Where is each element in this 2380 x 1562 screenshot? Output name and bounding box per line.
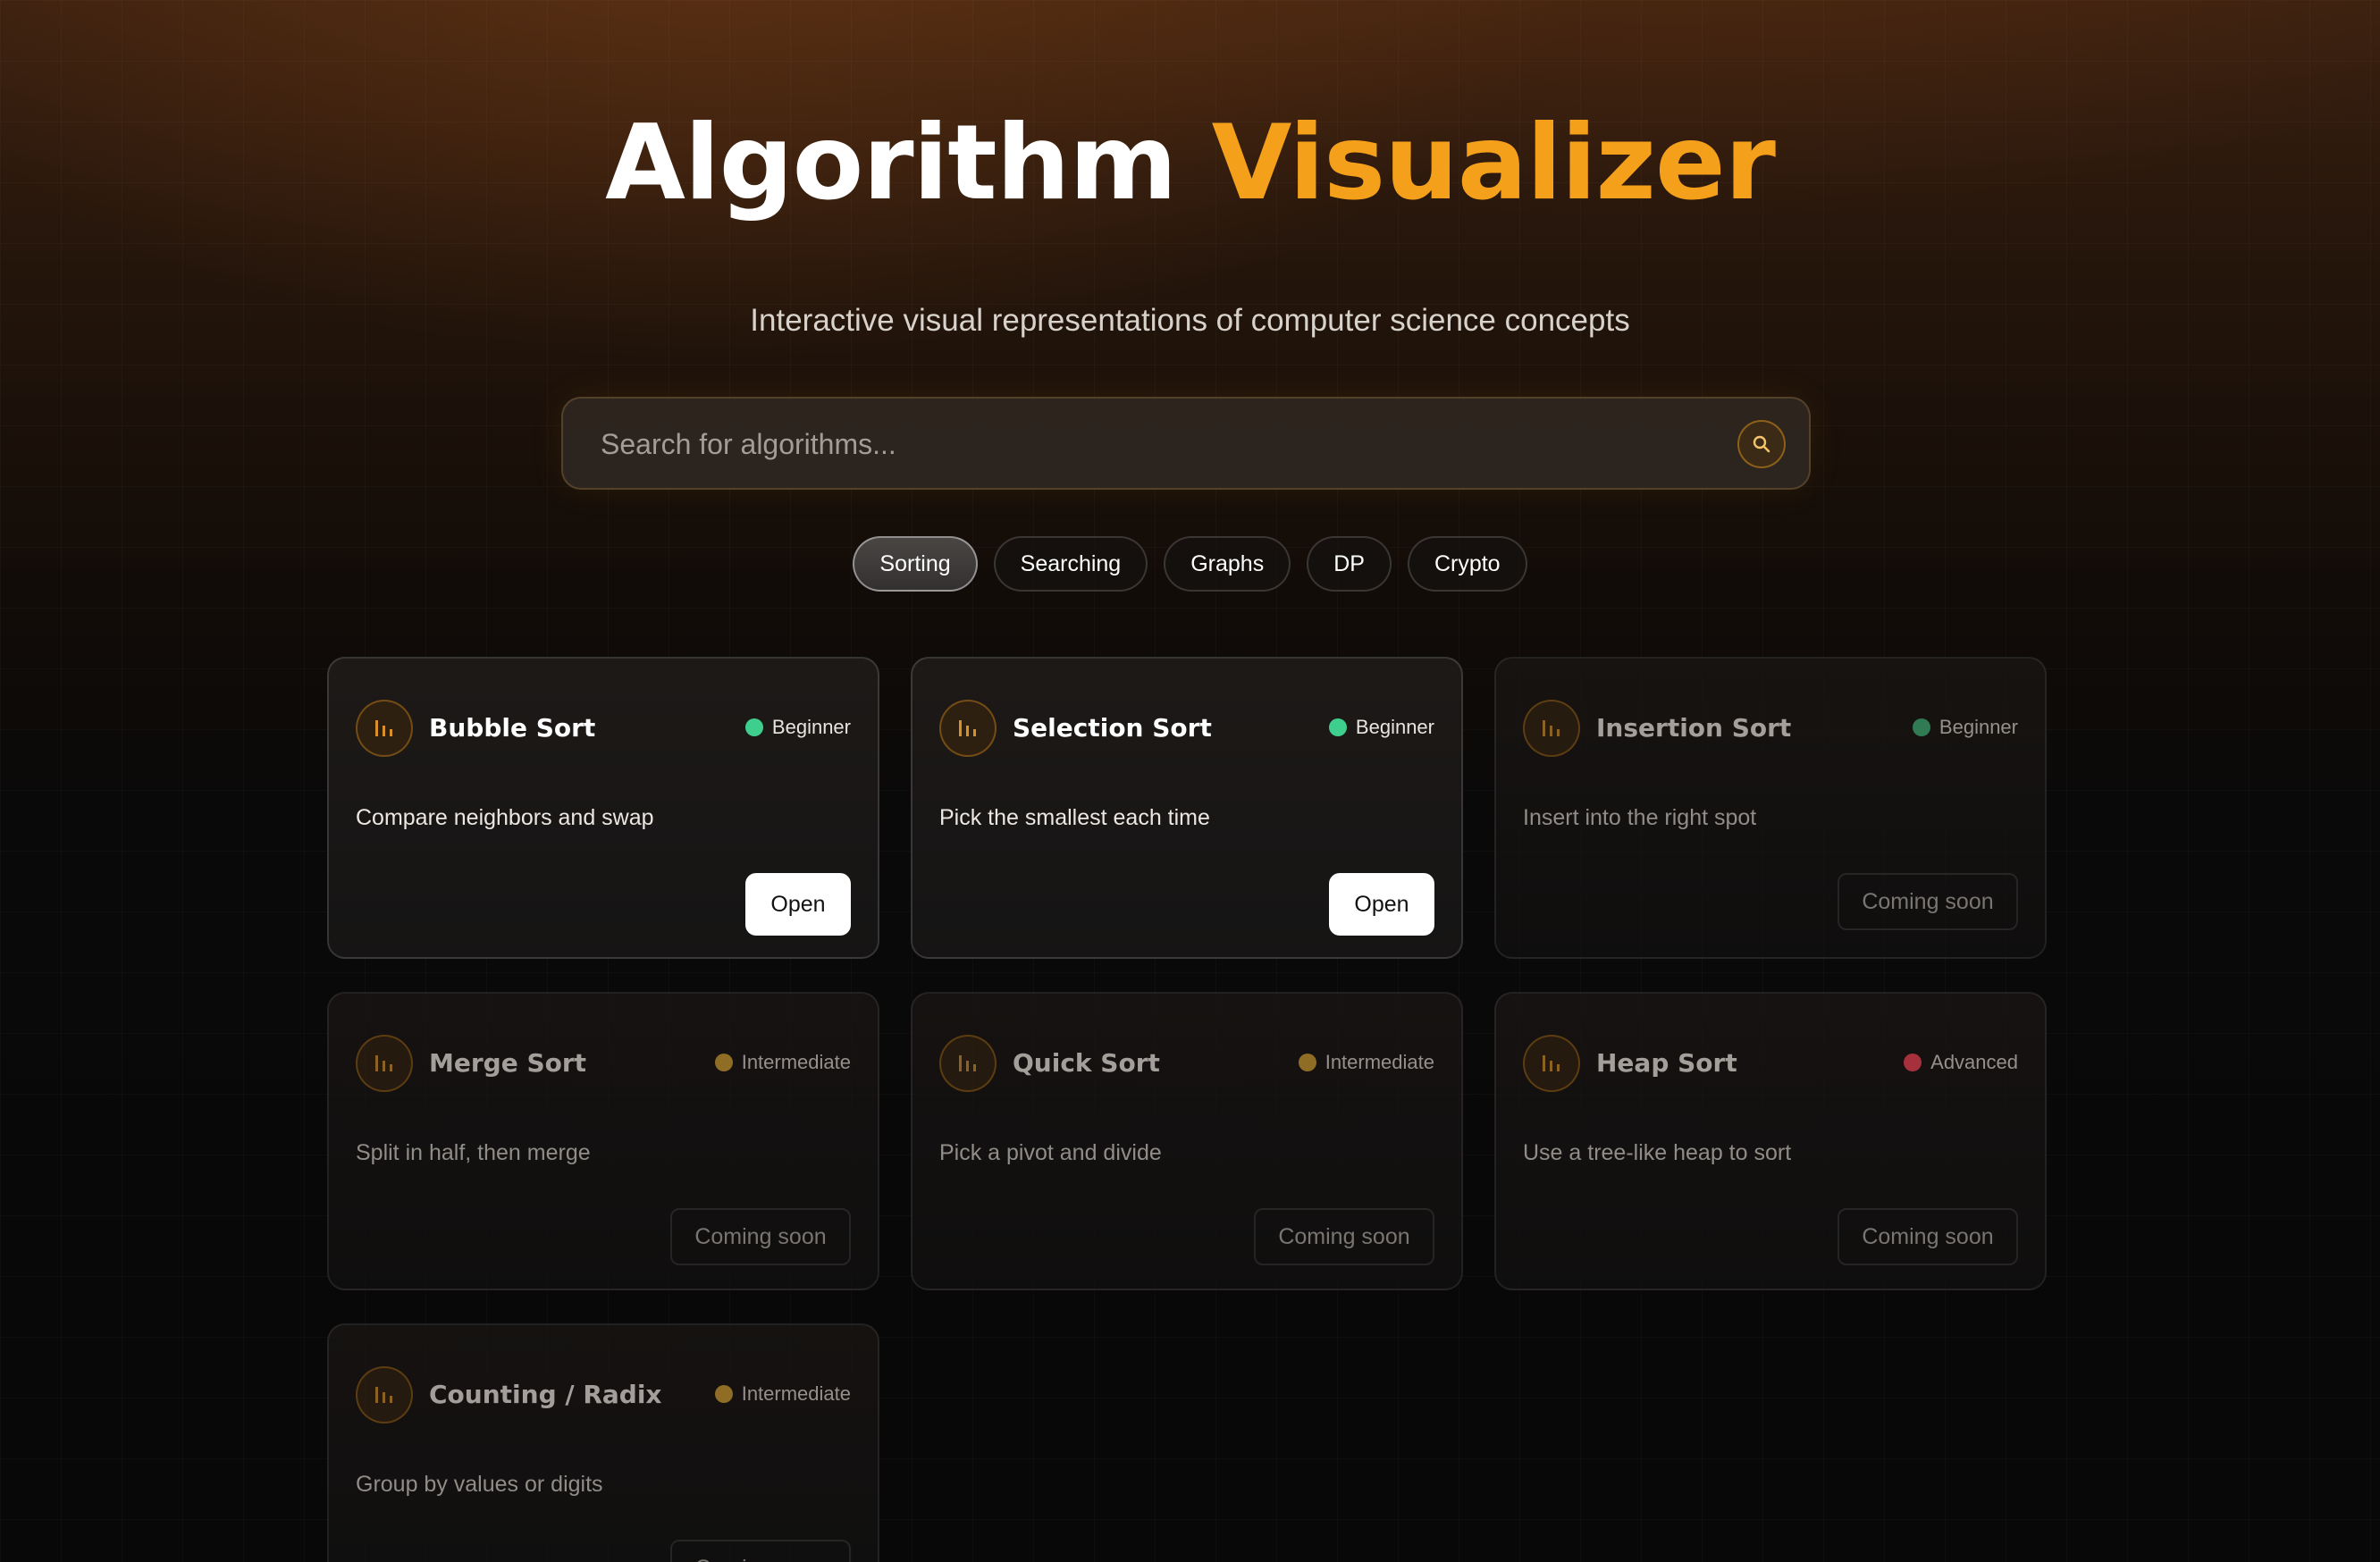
difficulty-dot xyxy=(1912,718,1930,736)
difficulty-badge: Beginner xyxy=(1912,716,2018,739)
difficulty-badge: Intermediate xyxy=(1298,1051,1434,1074)
difficulty-dot xyxy=(1904,1054,1922,1071)
difficulty-dot xyxy=(744,718,763,736)
difficulty-dot xyxy=(714,1385,733,1403)
tab-dp[interactable]: DP xyxy=(1307,536,1392,592)
bar-chart-icon xyxy=(356,1035,413,1092)
card-title: Insertion Sort xyxy=(1596,713,1792,743)
page-subtitle: Interactive visual representations of co… xyxy=(750,303,1630,338)
card-title: Selection Sort xyxy=(1013,713,1212,743)
card-title: Heap Sort xyxy=(1596,1048,1737,1078)
card-title: Bubble Sort xyxy=(429,713,596,743)
card-description: Pick a pivot and divide xyxy=(939,1140,1162,1165)
tab-graphs[interactable]: Graphs xyxy=(1164,536,1291,592)
algorithm-card-counting-radix: Counting / Radix Intermediate Group by v… xyxy=(327,1323,879,1562)
bar-chart-icon xyxy=(939,700,997,757)
algorithm-card-selection-sort: Selection Sort Beginner Pick the smalles… xyxy=(911,657,1463,959)
open-button[interactable]: Open xyxy=(745,873,851,936)
difficulty-label: Intermediate xyxy=(1325,1051,1434,1073)
difficulty-label: Beginner xyxy=(771,716,851,738)
card-description: Compare neighbors and swap xyxy=(356,805,654,830)
bar-chart-icon xyxy=(1523,1035,1580,1092)
algorithm-card-merge-sort: Merge Sort Intermediate Split in half, t… xyxy=(327,992,879,1290)
card-description: Insert into the right spot xyxy=(1523,805,1757,830)
tab-crypto[interactable]: Crypto xyxy=(1407,536,1527,592)
card-description: Pick the smallest each time xyxy=(939,805,1210,830)
search-icon xyxy=(1753,435,1770,453)
difficulty-badge: Advanced xyxy=(1904,1051,2018,1074)
coming-soon-button: Coming soon xyxy=(1838,873,2018,930)
difficulty-badge: Beginner xyxy=(744,716,851,739)
open-button[interactable]: Open xyxy=(1329,873,1434,936)
title-word-visualizer: Visualizer xyxy=(1211,103,1776,223)
search-button[interactable] xyxy=(1737,420,1786,468)
difficulty-dot xyxy=(714,1054,733,1071)
difficulty-badge: Intermediate xyxy=(714,1051,851,1074)
card-title: Merge Sort xyxy=(429,1048,587,1078)
algorithm-card-insertion-sort: Insertion Sort Beginner Insert into the … xyxy=(1494,657,2047,959)
algorithm-card-heap-sort: Heap Sort Advanced Use a tree-like heap … xyxy=(1494,992,2047,1290)
coming-soon-button: Coming soon xyxy=(1838,1208,2018,1265)
card-description: Group by values or digits xyxy=(356,1472,603,1497)
tab-sorting[interactable]: Sorting xyxy=(853,536,978,592)
card-title: Counting / Radix xyxy=(429,1380,662,1409)
page-title: Algorithm Visualizer xyxy=(0,97,2380,231)
card-title: Quick Sort xyxy=(1013,1048,1160,1078)
coming-soon-button: Coming soon xyxy=(670,1208,851,1265)
difficulty-badge: Beginner xyxy=(1328,716,1434,739)
title-word-algorithm: Algorithm xyxy=(605,103,1177,223)
difficulty-dot xyxy=(1298,1054,1316,1071)
category-tabs: Sorting Searching Graphs DP Crypto xyxy=(0,536,2380,592)
bar-chart-icon xyxy=(939,1035,997,1092)
coming-soon-button: Coming soon xyxy=(670,1540,851,1562)
bar-chart-icon xyxy=(356,1366,413,1423)
coming-soon-button: Coming soon xyxy=(1254,1208,1434,1265)
difficulty-label: Beginner xyxy=(1938,716,2018,738)
card-description: Split in half, then merge xyxy=(356,1140,591,1165)
bar-chart-icon xyxy=(356,700,413,757)
difficulty-badge: Intermediate xyxy=(714,1382,851,1406)
card-description: Use a tree-like heap to sort xyxy=(1523,1140,1792,1165)
difficulty-label: Beginner xyxy=(1355,716,1434,738)
difficulty-label: Intermediate xyxy=(741,1382,851,1405)
tab-searching[interactable]: Searching xyxy=(993,536,1148,592)
search-input[interactable] xyxy=(599,399,1702,490)
difficulty-label: Intermediate xyxy=(741,1051,851,1073)
bar-chart-icon xyxy=(1523,700,1580,757)
page: Algorithm Visualizer Interactive visual … xyxy=(0,0,2380,1562)
algorithm-card-bubble-sort: Bubble Sort Beginner Compare neighbors a… xyxy=(327,657,879,959)
search-bar xyxy=(561,397,1811,490)
difficulty-label: Advanced xyxy=(1930,1051,2018,1073)
difficulty-dot xyxy=(1328,718,1347,736)
algorithm-card-quick-sort: Quick Sort Intermediate Pick a pivot and… xyxy=(911,992,1463,1290)
